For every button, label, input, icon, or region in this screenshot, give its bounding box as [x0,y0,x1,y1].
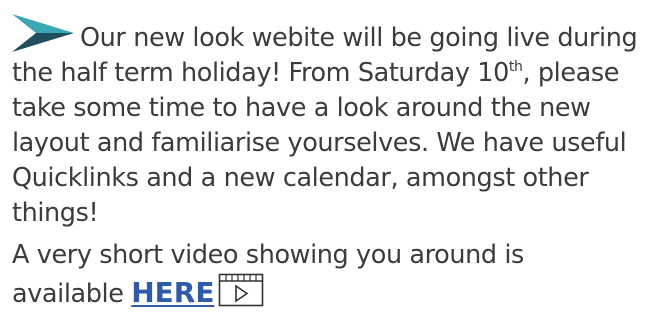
video-text: A very short video showing you around is… [12,240,524,309]
announcement-paragraph: Our new look webite will be going live d… [12,14,642,231]
arrow-bullet-icon [12,14,74,52]
date-ordinal-suffix: th [508,59,523,75]
video-paragraph: A very short video showing you around is… [12,237,642,312]
website-announcement: Our new look webite will be going live d… [12,14,642,312]
video-play-icon[interactable] [218,273,264,307]
video-here-link[interactable]: HERE [131,276,214,309]
